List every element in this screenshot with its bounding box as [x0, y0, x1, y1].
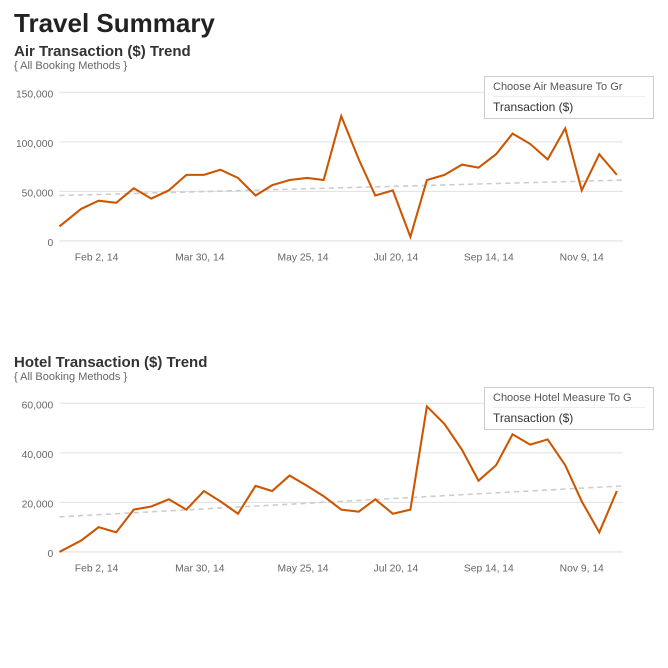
- svg-text:100,000: 100,000: [16, 139, 54, 150]
- svg-text:May 25, 14: May 25, 14: [278, 564, 329, 575]
- air-chart-container: Choose Air Measure To Gr Transaction ($)…: [14, 76, 654, 346]
- svg-text:Jul 20, 14: Jul 20, 14: [374, 253, 419, 264]
- hotel-chart-container: Choose Hotel Measure To G Transaction ($…: [14, 387, 654, 657]
- svg-text:Sep 14, 14: Sep 14, 14: [464, 253, 514, 264]
- air-chart-section: Air Transaction ($) Trend { All Booking …: [0, 43, 668, 346]
- air-measure-label: Choose Air Measure To Gr: [493, 81, 645, 97]
- hotel-chart-subtitle: { All Booking Methods }: [14, 371, 654, 383]
- svg-text:Feb 2, 14: Feb 2, 14: [75, 253, 119, 264]
- svg-text:Mar 30, 14: Mar 30, 14: [175, 253, 225, 264]
- page-title: Travel Summary: [0, 0, 668, 43]
- air-chart-subtitle: { All Booking Methods }: [14, 60, 654, 72]
- svg-text:Nov 9, 14: Nov 9, 14: [560, 253, 604, 264]
- hotel-measure-value: Transaction ($): [493, 411, 645, 425]
- svg-text:Mar 30, 14: Mar 30, 14: [175, 564, 225, 575]
- hotel-chart-section: Hotel Transaction ($) Trend { All Bookin…: [0, 354, 668, 657]
- air-measure-box[interactable]: Choose Air Measure To Gr Transaction ($): [484, 76, 654, 119]
- svg-text:150,000: 150,000: [16, 89, 54, 100]
- svg-text:0: 0: [47, 549, 53, 560]
- svg-text:Jul 20, 14: Jul 20, 14: [374, 564, 419, 575]
- hotel-measure-box[interactable]: Choose Hotel Measure To G Transaction ($…: [484, 387, 654, 430]
- svg-text:50,000: 50,000: [22, 189, 54, 200]
- svg-text:May 25, 14: May 25, 14: [278, 253, 329, 264]
- svg-text:20,000: 20,000: [22, 500, 54, 511]
- air-chart-title: Air Transaction ($) Trend: [14, 43, 654, 60]
- hotel-chart-title: Hotel Transaction ($) Trend: [14, 354, 654, 371]
- hotel-measure-label: Choose Hotel Measure To G: [493, 392, 645, 408]
- svg-text:40,000: 40,000: [22, 450, 54, 461]
- svg-text:0: 0: [47, 238, 53, 249]
- svg-text:60,000: 60,000: [22, 400, 54, 411]
- svg-text:Sep 14, 14: Sep 14, 14: [464, 564, 514, 575]
- svg-text:Feb 2, 14: Feb 2, 14: [75, 564, 119, 575]
- svg-text:Nov 9, 14: Nov 9, 14: [560, 564, 604, 575]
- air-measure-value: Transaction ($): [493, 100, 645, 114]
